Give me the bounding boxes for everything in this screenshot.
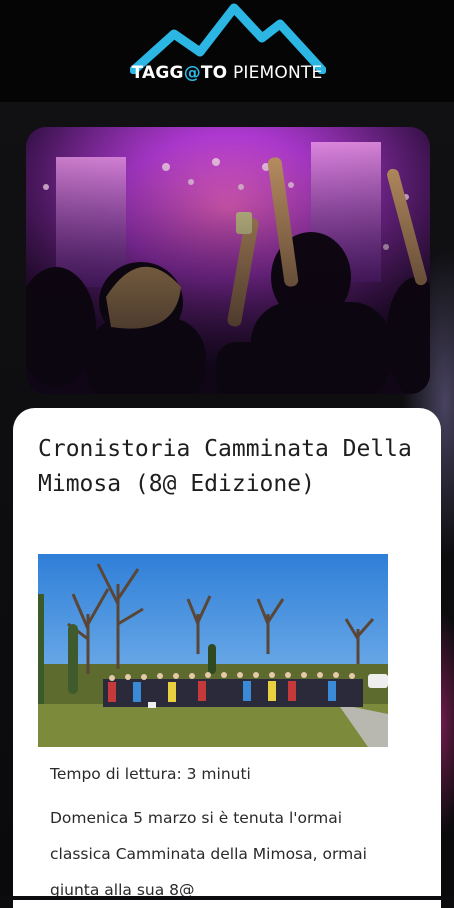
group-hike-illustration (38, 554, 388, 747)
reading-time: Tempo di lettura: 3 minuti (50, 765, 251, 783)
article-body: Domenica 5 marzo si è tenuta l'ormai cla… (50, 809, 367, 899)
logo-text: TAGG@TO PIEMONTE (131, 63, 323, 83)
article-photo[interactable] (38, 554, 388, 747)
site-logo[interactable]: TAGG@TO PIEMONTE (0, 0, 454, 100)
concert-crowd-illustration (26, 127, 430, 394)
hero-image[interactable] (26, 127, 430, 394)
site-header: TAGG@TO PIEMONTE (0, 0, 454, 102)
bottom-edge (0, 896, 454, 900)
article-title[interactable]: Cronistoria Camminata Della Mimosa (8@ E… (38, 432, 418, 502)
